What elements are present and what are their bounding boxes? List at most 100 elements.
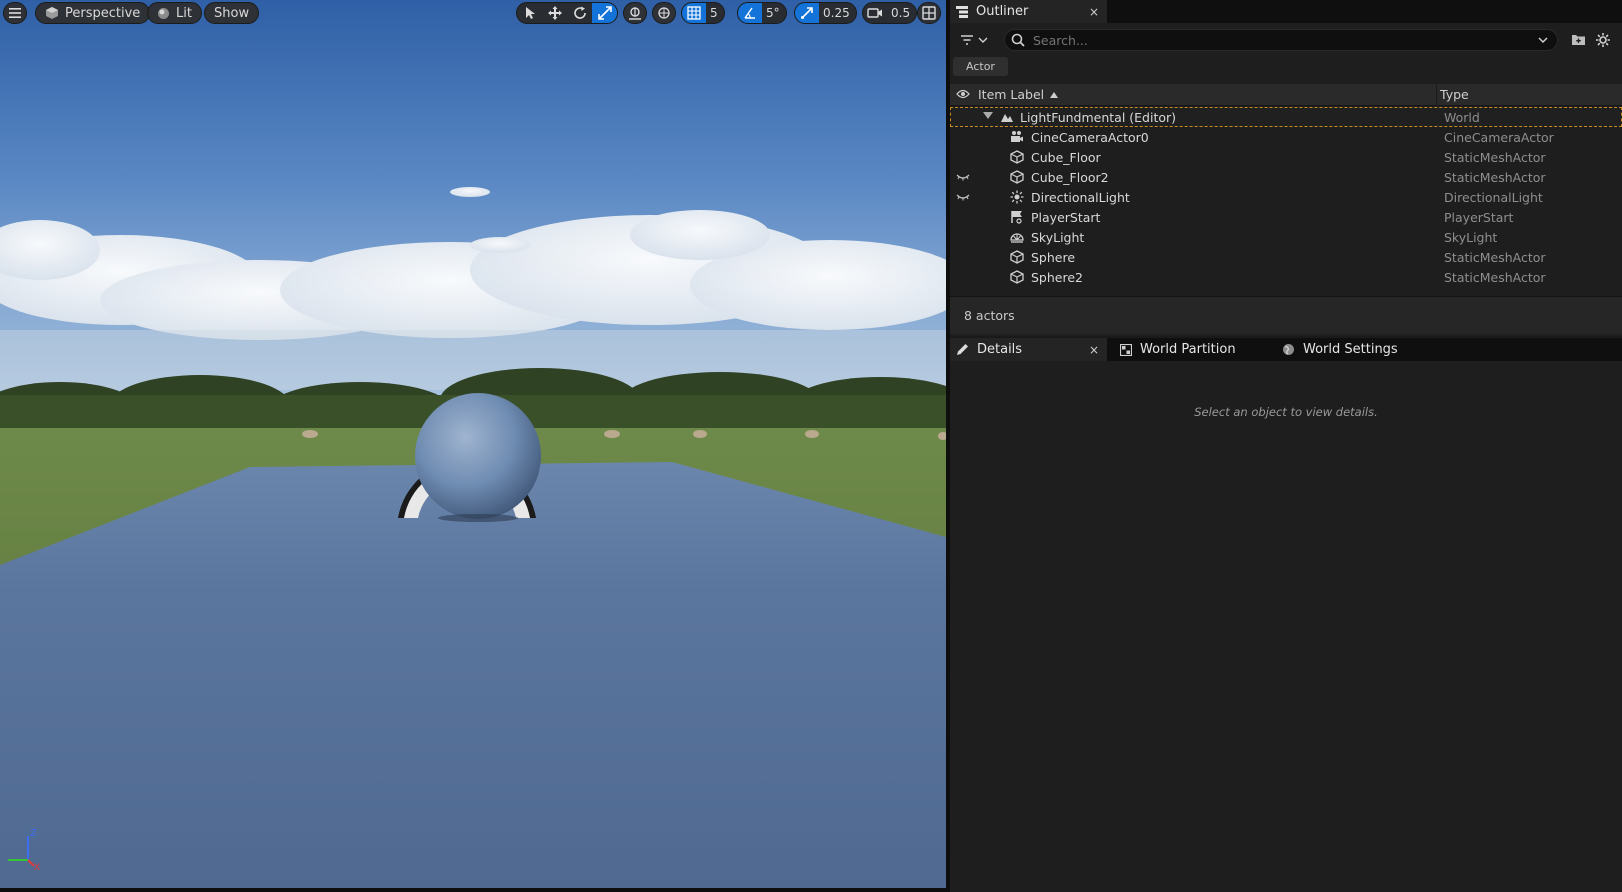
search-field[interactable] xyxy=(1004,29,1558,51)
select-tool[interactable] xyxy=(517,3,542,23)
grid-snap-toggle[interactable] xyxy=(682,3,706,23)
surface-snap-icon xyxy=(629,7,641,20)
viewport-bottom-edge xyxy=(0,888,946,892)
tree-row-sphere[interactable]: Sphere StaticMeshActor xyxy=(950,247,1622,267)
actor-filter-chip[interactable]: Actor xyxy=(953,57,1008,76)
tree-row-label: PlayerStart xyxy=(1031,209,1101,225)
show-label: Show xyxy=(214,5,250,21)
tree-row-label: DirectionalLight xyxy=(1031,189,1130,205)
grid-snap-group[interactable]: 5 xyxy=(681,2,725,24)
tree-row-label: Cube_Floor2 xyxy=(1031,169,1109,185)
hidden-eye-icon[interactable] xyxy=(956,171,970,183)
transform-tools xyxy=(516,2,618,24)
tab-world-settings-label: World Settings xyxy=(1303,342,1398,357)
directional-light-icon xyxy=(1010,190,1024,204)
outliner-panel: Actor Item Label Type LightFundmental (E… xyxy=(950,23,1622,336)
search-icon xyxy=(1011,33,1025,47)
tree-row-label: CineCameraActor0 xyxy=(1031,129,1149,145)
hamburger-icon xyxy=(9,8,21,18)
camera-speed-value[interactable]: 0.5 xyxy=(887,3,916,23)
search-options-chevron-icon[interactable] xyxy=(1537,34,1549,46)
tree-row-playerstart[interactable]: PlayerStart PlayerStart xyxy=(950,207,1622,227)
tree-row-sphere2[interactable]: Sphere2 StaticMeshActor xyxy=(950,267,1622,287)
rotate-tool[interactable] xyxy=(567,3,592,23)
tab-world-partition-label: World Partition xyxy=(1140,342,1236,357)
tab-details[interactable]: Details × xyxy=(950,338,1107,361)
tree-row-type: DirectionalLight xyxy=(1444,189,1543,205)
grid-icon xyxy=(687,6,701,20)
surface-snapping-button[interactable] xyxy=(623,2,647,24)
viewport-scene[interactable] xyxy=(0,0,946,890)
tree-row-directionallight[interactable]: DirectionalLight DirectionalLight xyxy=(950,187,1622,207)
chevron-down-icon xyxy=(978,37,988,43)
viewport-layout-button[interactable] xyxy=(917,2,941,24)
grid-snap-value[interactable]: 5 xyxy=(706,3,724,23)
tree-row-skylight[interactable]: SkyLight SkyLight xyxy=(950,227,1622,247)
tab-outliner[interactable]: Outliner × xyxy=(950,0,1107,23)
tab-world-settings[interactable]: World Settings xyxy=(1276,338,1426,361)
add-folder-icon[interactable] xyxy=(1571,33,1586,46)
player-start-icon xyxy=(1011,211,1022,224)
show-button[interactable]: Show xyxy=(204,2,260,24)
translate-tool[interactable] xyxy=(542,3,567,23)
tab-outliner-label: Outliner xyxy=(976,4,1029,19)
details-tabbar: Details × World Partition World Settings xyxy=(950,338,1622,361)
camera-speed-group[interactable]: 0.5 xyxy=(862,2,918,24)
world-local-toggle[interactable] xyxy=(652,2,676,24)
perspective-button[interactable]: Perspective xyxy=(35,2,151,24)
outliner-tree: LightFundmental (Editor) World CineCamer… xyxy=(950,107,1622,287)
rotation-snap-group[interactable]: 5° xyxy=(737,2,787,24)
tree-row-cinecameraactor0[interactable]: CineCameraActor0 CineCameraActor xyxy=(950,127,1622,147)
tree-row-type: CineCameraActor xyxy=(1444,129,1554,145)
column-divider[interactable] xyxy=(1436,84,1437,106)
rotation-snap-toggle[interactable] xyxy=(738,3,762,23)
filter-icon xyxy=(961,35,973,45)
tab-world-partition[interactable]: World Partition xyxy=(1114,338,1264,361)
tab-details-label: Details xyxy=(977,342,1023,357)
level-viewport[interactable]: Perspective Lit Show 5 5° 0.25 0.5 Z X xyxy=(0,0,946,890)
world-partition-icon xyxy=(1120,343,1132,356)
tree-row-type: World xyxy=(1444,109,1480,125)
static-mesh-icon xyxy=(1010,170,1024,184)
actor-count-status: 8 actors xyxy=(950,296,1622,334)
tree-row-cube-floor2[interactable]: Cube_Floor2 StaticMeshActor xyxy=(950,167,1622,187)
scale-snap-value[interactable]: 0.25 xyxy=(819,3,856,23)
rotate-icon xyxy=(573,6,586,19)
rotation-snap-value[interactable]: 5° xyxy=(762,3,786,23)
scale-snap-toggle[interactable] xyxy=(795,3,819,23)
view-mode-button[interactable]: Lit xyxy=(147,2,202,24)
tree-row-type: StaticMeshActor xyxy=(1444,269,1546,285)
filter-button[interactable] xyxy=(960,30,996,50)
camera-icon xyxy=(1011,131,1023,142)
axis-x-label: X xyxy=(34,863,40,870)
static-mesh-icon xyxy=(1010,150,1024,164)
right-panel: Outliner × Actor xyxy=(950,0,1622,892)
tree-row-world[interactable]: LightFundmental (Editor) World xyxy=(950,107,1622,127)
gear-icon[interactable] xyxy=(1595,32,1611,48)
tree-row-label: LightFundmental (Editor) xyxy=(1020,109,1177,125)
tree-row-type: StaticMeshActor xyxy=(1444,149,1546,165)
close-icon[interactable]: × xyxy=(1089,343,1099,357)
search-input[interactable] xyxy=(1033,32,1523,48)
camera-speed-toggle[interactable] xyxy=(863,3,887,23)
hidden-eye-icon[interactable] xyxy=(956,191,970,203)
static-mesh-icon xyxy=(1010,250,1024,264)
tree-row-type: StaticMeshActor xyxy=(1444,249,1546,265)
eye-icon[interactable] xyxy=(956,89,970,99)
column-type[interactable]: Type xyxy=(1440,87,1469,102)
close-icon[interactable]: × xyxy=(1089,5,1099,19)
column-item-label[interactable]: Item Label xyxy=(978,87,1059,102)
tree-row-type: SkyLight xyxy=(1444,229,1498,245)
tree-row-label: SkyLight xyxy=(1031,229,1085,245)
sky-light-icon xyxy=(1010,233,1024,243)
scale-snap-group[interactable]: 0.25 xyxy=(794,2,857,24)
viewport-menu-button[interactable] xyxy=(3,2,27,24)
globe-icon xyxy=(1283,344,1294,355)
tree-row-cube-floor[interactable]: Cube_Floor StaticMeshActor xyxy=(950,147,1622,167)
layout-grid-icon xyxy=(922,6,936,20)
tree-row-label: Sphere2 xyxy=(1031,269,1083,285)
scale-tool[interactable] xyxy=(592,3,617,23)
video-camera-icon xyxy=(867,8,882,18)
lit-label: Lit xyxy=(176,5,192,21)
expand-arrow-icon[interactable] xyxy=(983,112,993,120)
